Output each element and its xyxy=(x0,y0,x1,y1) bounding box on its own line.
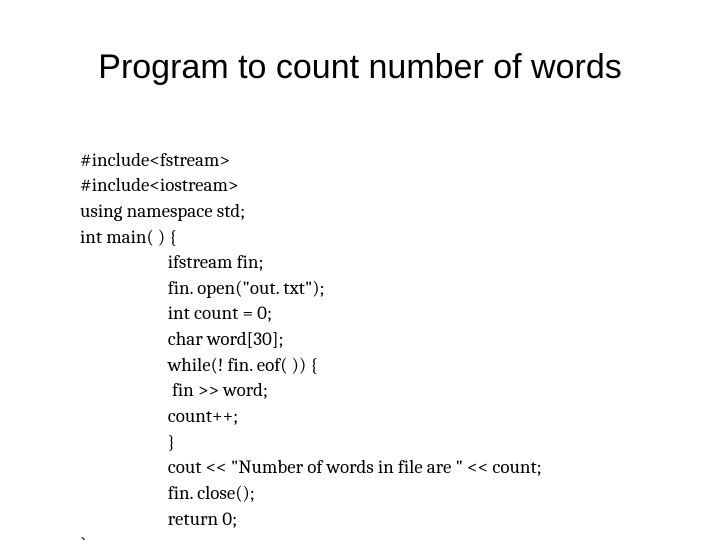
code-line: ifstream fin; xyxy=(80,251,263,273)
code-line: fin. close(); xyxy=(80,482,255,504)
code-line: using namespace std; xyxy=(80,200,245,222)
code-line: int count = 0; xyxy=(80,302,272,324)
code-line: cout << "Number of words in file are " <… xyxy=(80,456,542,478)
code-block: #include<fstream> #include<iostream> usi… xyxy=(80,122,542,540)
code-line: char word[30]; xyxy=(80,328,284,350)
slide: Program to count number of words #includ… xyxy=(0,0,720,540)
code-line: #include<fstream> xyxy=(80,149,230,171)
code-line: count++; xyxy=(80,405,238,427)
code-line: int main( ) { xyxy=(80,226,177,248)
slide-title: Program to count number of words xyxy=(0,48,720,87)
code-line: } xyxy=(80,431,175,453)
code-line: } xyxy=(80,533,87,540)
code-line: fin. open("out. txt"); xyxy=(80,277,325,299)
code-line: #include<iostream> xyxy=(80,174,238,196)
code-line: fin >> word; xyxy=(80,379,268,401)
code-line: while(! fin. eof( )) { xyxy=(80,354,318,376)
code-line: return 0; xyxy=(80,508,237,530)
